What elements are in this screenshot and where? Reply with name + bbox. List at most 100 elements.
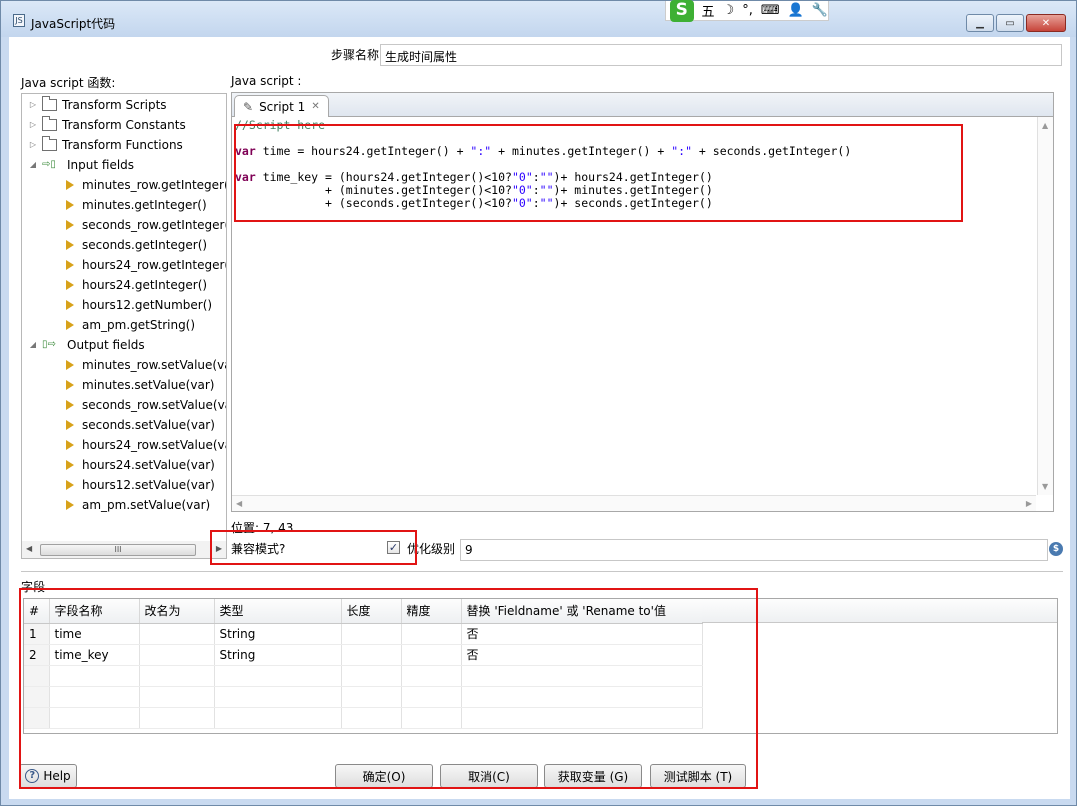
table-cell[interactable]: 否 — [461, 644, 703, 666]
tree-leaf-item[interactable]: am_pm.getString() — [66, 315, 195, 335]
column-header[interactable]: 类型 — [214, 599, 342, 624]
tree-node-transform-scripts[interactable]: ▷ Transform Scripts — [28, 95, 167, 115]
editor-horizontal-scrollbar[interactable]: ◀ ▶ — [232, 495, 1036, 511]
help-button[interactable]: ? Help — [19, 764, 77, 788]
column-header[interactable]: # — [24, 599, 50, 624]
table-cell[interactable] — [401, 686, 462, 708]
tree-leaf-item[interactable]: seconds.setValue(var) — [66, 415, 215, 435]
variable-icon[interactable]: $ — [1049, 542, 1063, 556]
scroll-thumb[interactable]: III — [40, 544, 196, 556]
scroll-down-icon[interactable]: ▼ — [1042, 482, 1048, 491]
ime-settings-icon[interactable]: 🔧 — [812, 3, 828, 18]
column-header[interactable]: 长度 — [341, 599, 402, 624]
expanded-icon[interactable]: ◢ — [28, 335, 38, 355]
tree-leaf-item[interactable]: hours24_row.setValue(va — [66, 435, 226, 455]
table-row[interactable]: 1 time String 否 — [24, 623, 703, 645]
table-cell[interactable] — [139, 665, 215, 687]
compat-mode-checkbox[interactable]: ✓ — [387, 541, 400, 554]
tree-leaf-item[interactable]: hours24_row.getInteger( — [66, 255, 226, 275]
ime-toolbar[interactable]: S 五 ☽ °, ⌨ 👤 🔧 — [665, 0, 829, 22]
fields-table[interactable]: # 字段名称 改名为 类型 长度 精度 替换 'Fieldname' 或 'Rename t… — [23, 598, 1058, 734]
table-cell[interactable] — [461, 686, 703, 708]
tree-leaf-item[interactable]: hours12.getNumber() — [66, 295, 212, 315]
collapsed-icon[interactable]: ▷ — [28, 95, 38, 115]
table-cell[interactable] — [341, 644, 402, 666]
optimization-level-input[interactable]: 9 — [460, 539, 1048, 561]
table-row[interactable]: 2 time_key String 否 — [24, 644, 703, 666]
table-cell[interactable] — [139, 623, 215, 645]
table-cell[interactable]: 否 — [461, 623, 703, 645]
column-header[interactable]: 精度 — [401, 599, 462, 624]
table-cell[interactable]: time — [49, 623, 140, 645]
close-button[interactable]: ✕ — [1026, 14, 1066, 32]
ime-keyboard-icon[interactable]: ⌨ — [761, 3, 780, 18]
ime-wubi-icon[interactable]: 五 — [702, 1, 715, 20]
column-header[interactable]: 改名为 — [139, 599, 215, 624]
table-cell[interactable] — [341, 623, 402, 645]
tree-leaf-item[interactable]: hours24.getInteger() — [66, 275, 207, 295]
maximize-button[interactable]: ▭ — [996, 14, 1024, 32]
title-bar[interactable]: JS JavaScript代码 S 五 ☽ °, ⌨ 👤 🔧 ▁ ▭ ✕ — [1, 0, 1076, 37]
ime-punct-icon[interactable]: °, — [742, 3, 753, 18]
table-cell[interactable] — [341, 665, 402, 687]
tree-leaf-item[interactable]: hours12.setValue(var) — [66, 475, 215, 495]
tab-close-icon[interactable]: ✕ — [311, 101, 319, 112]
tree-leaf-item[interactable]: minutes_row.getInteger( — [66, 175, 226, 195]
tree-leaf-item[interactable]: seconds_row.setValue(va — [66, 395, 226, 415]
table-cell[interactable] — [461, 665, 703, 687]
table-row[interactable] — [24, 665, 703, 687]
tree-leaf-item[interactable]: seconds_row.getInteger( — [66, 215, 226, 235]
tree-horizontal-scrollbar[interactable]: ◀ III ▶ — [21, 541, 227, 559]
table-cell[interactable] — [49, 665, 140, 687]
tree-leaf-item[interactable]: am_pm.setValue(var) — [66, 495, 210, 515]
tree-leaf-item[interactable]: seconds.getInteger() — [66, 235, 207, 255]
tree-node-transform-constants[interactable]: ▷ Transform Constants — [28, 115, 186, 135]
cancel-button[interactable]: 取消(C) — [440, 764, 538, 788]
table-cell[interactable] — [401, 665, 462, 687]
table-row[interactable] — [24, 707, 703, 729]
ime-user-icon[interactable]: 👤 — [788, 3, 804, 18]
code-area[interactable]: //Script here var time = hours24.getInteg… — [235, 119, 1035, 479]
scroll-left-icon[interactable]: ◀ — [26, 544, 32, 553]
table-cell[interactable] — [214, 686, 342, 708]
tree-leaf-item[interactable]: hours24.setValue(var) — [66, 455, 215, 475]
ime-moon-icon[interactable]: ☽ — [723, 3, 735, 18]
tree-leaf-item[interactable]: minutes.getInteger() — [66, 195, 207, 215]
scroll-right-icon[interactable]: ▶ — [216, 544, 222, 553]
test-script-button[interactable]: 测试脚本 (T) — [650, 764, 746, 788]
functions-tree[interactable]: ▷ Transform Scripts ▷ Transform Constants ▷ T… — [21, 93, 227, 559]
table-cell[interactable] — [341, 707, 402, 729]
table-cell[interactable] — [461, 707, 703, 729]
tree-node-input-fields[interactable]: ◢ ⇨▯ Input fields — [28, 155, 134, 175]
table-row[interactable] — [24, 686, 703, 708]
tree-leaf-item[interactable]: minutes_row.setValue(va — [66, 355, 226, 375]
script-editor[interactable]: ✎ Script 1 ✕ //Script here var time = hou… — [231, 92, 1054, 512]
table-cell[interactable] — [341, 686, 402, 708]
scroll-up-icon[interactable]: ▲ — [1042, 121, 1048, 130]
table-cell[interactable] — [49, 686, 140, 708]
step-name-input[interactable]: 生成时间属性 — [380, 44, 1062, 66]
table-cell[interactable] — [214, 665, 342, 687]
table-cell[interactable] — [214, 707, 342, 729]
get-variables-button[interactable]: 获取变量 (G) — [544, 764, 642, 788]
editor-vertical-scrollbar[interactable]: ▲ ▼ — [1037, 117, 1053, 495]
minimize-button[interactable]: ▁ — [966, 14, 994, 32]
tab-script-1[interactable]: ✎ Script 1 ✕ — [234, 95, 329, 117]
scroll-right-icon[interactable]: ▶ — [1026, 499, 1032, 508]
table-cell[interactable] — [401, 644, 462, 666]
tree-node-output-fields[interactable]: ◢ ▯⇨ Output fields — [28, 335, 145, 355]
table-cell[interactable] — [139, 686, 215, 708]
table-cell[interactable] — [401, 707, 462, 729]
column-header[interactable]: 字段名称 — [49, 599, 140, 624]
expanded-icon[interactable]: ◢ — [28, 155, 38, 175]
table-cell[interactable] — [49, 707, 140, 729]
tree-node-transform-functions[interactable]: ▷ Transform Functions — [28, 135, 183, 155]
table-cell[interactable] — [139, 707, 215, 729]
tree-leaf-item[interactable]: minutes.setValue(var) — [66, 375, 214, 395]
column-header[interactable]: 替换 'Fieldname' 或 'Rename to'值 — [461, 599, 703, 624]
table-cell[interactable]: String — [214, 623, 342, 645]
table-cell[interactable]: String — [214, 644, 342, 666]
table-cell[interactable]: time_key — [49, 644, 140, 666]
ime-logo-icon[interactable]: S — [670, 0, 694, 22]
collapsed-icon[interactable]: ▷ — [28, 115, 38, 135]
